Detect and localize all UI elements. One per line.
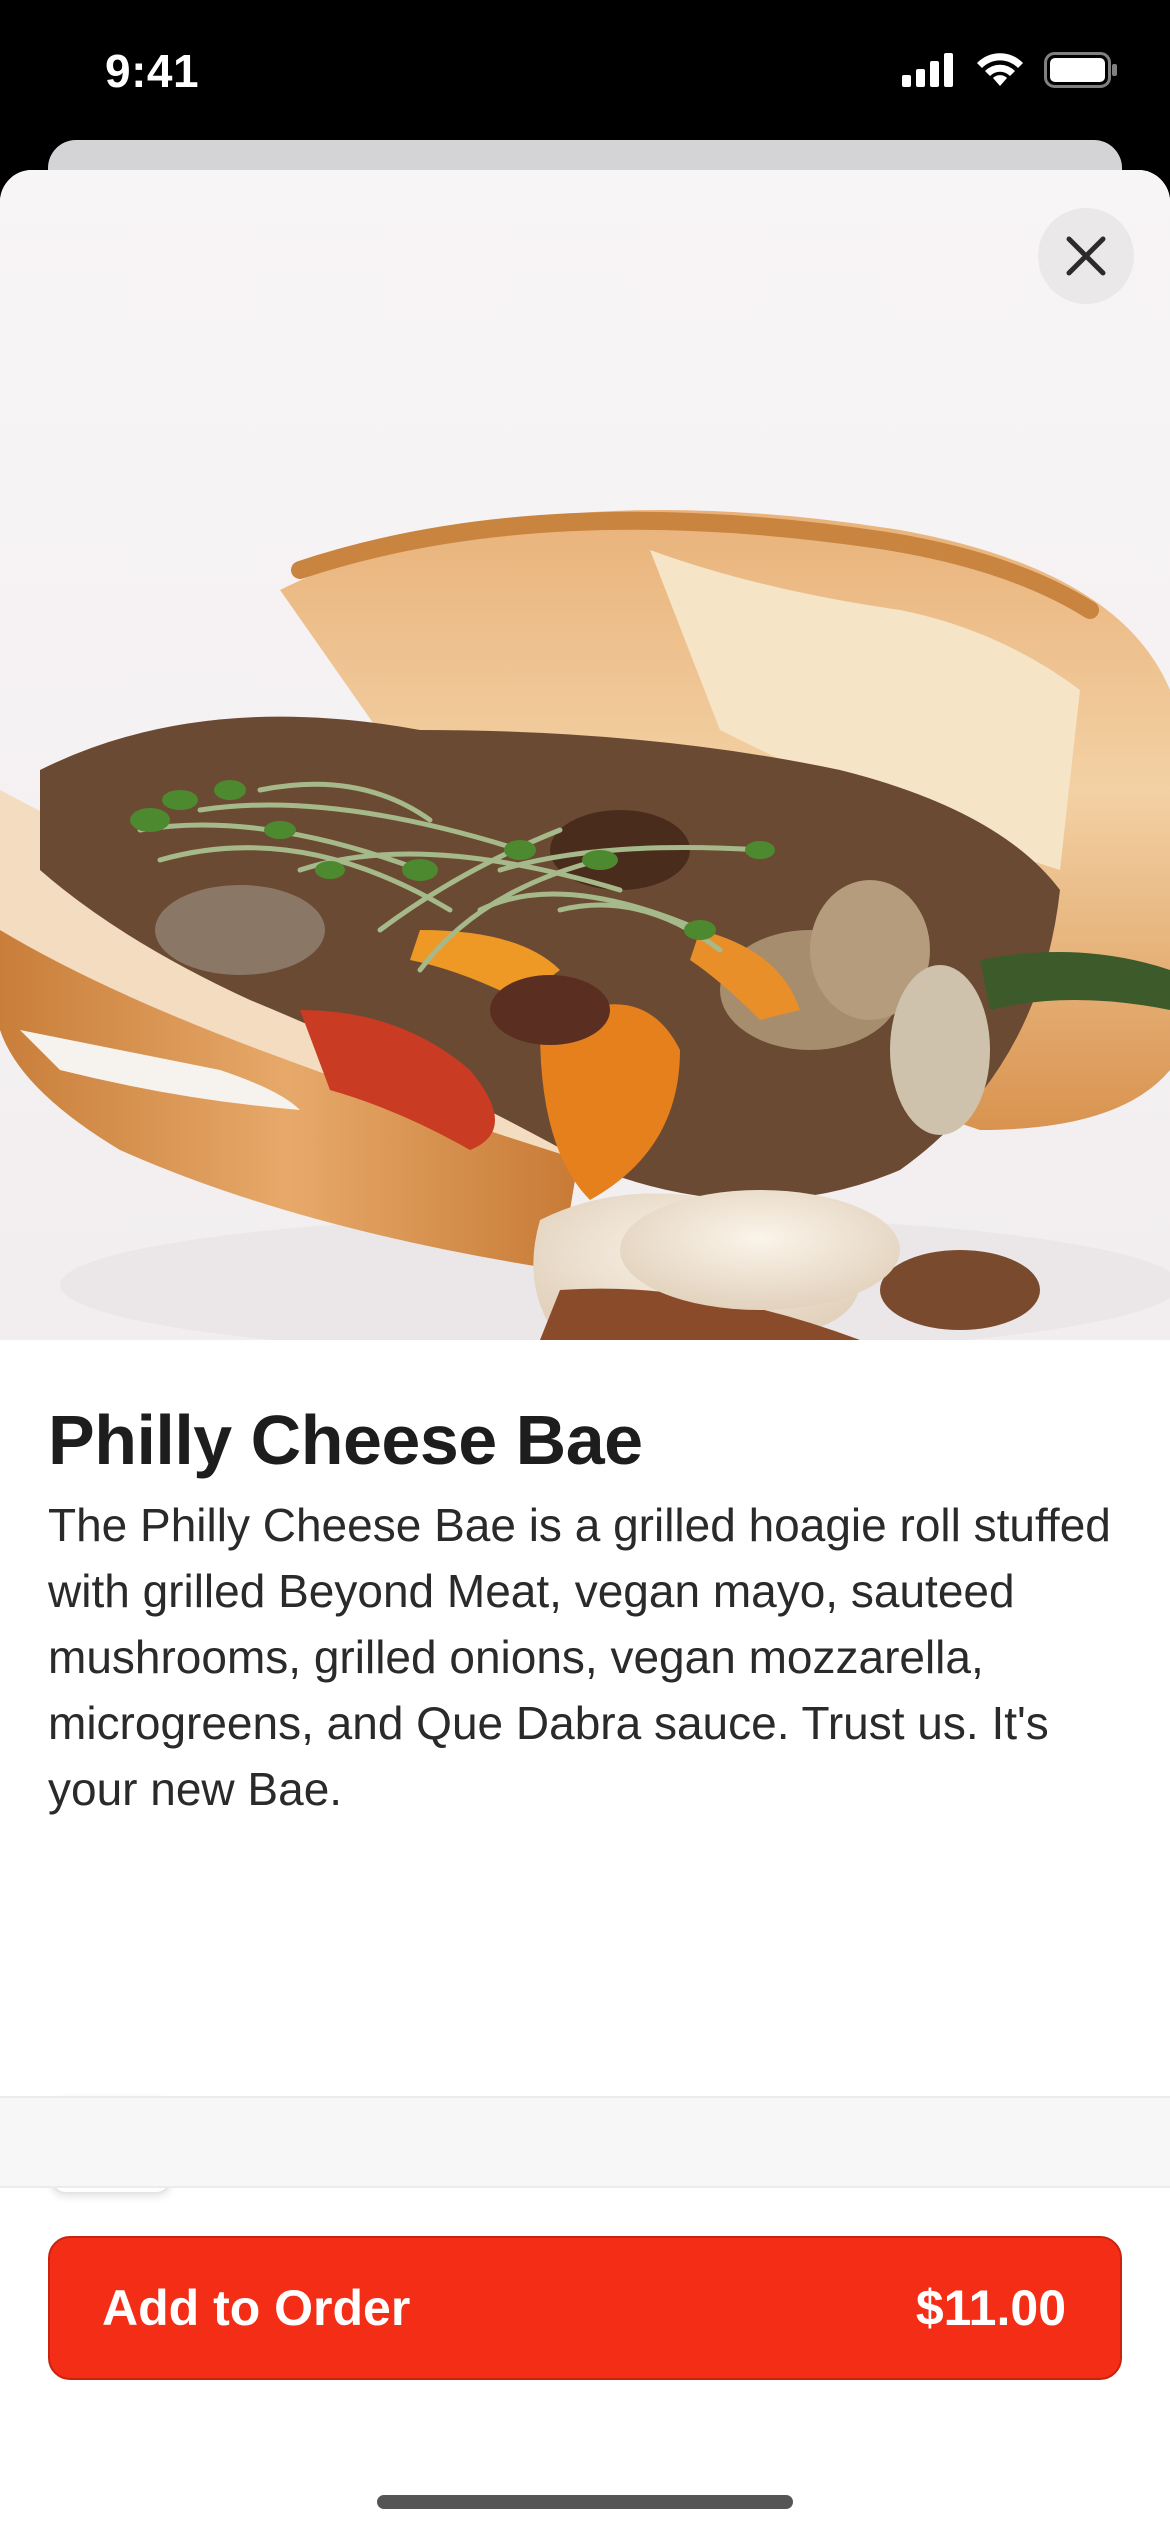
add-to-order-button[interactable]: Add to Order $11.00 <box>48 2236 1122 2380</box>
app-root: 9:41 Philly Cheese Bae The Philly Cheese… <box>0 0 1170 2532</box>
close-icon <box>1065 235 1107 277</box>
close-button[interactable] <box>1038 208 1134 304</box>
item-price: $11.00 <box>915 2280 1066 2336</box>
status-icons <box>902 52 1118 88</box>
item-detail-sheet: Philly Cheese Bae The Philly Cheese Bae … <box>0 170 1170 2532</box>
item-title: Philly Cheese Bae <box>48 1401 643 1479</box>
add-to-order-label: Add to Order <box>102 2280 411 2336</box>
item-photo <box>0 170 1170 1340</box>
home-indicator[interactable] <box>377 2495 793 2509</box>
status-bar: 9:41 <box>0 0 1170 150</box>
section-spacer <box>0 2098 1170 2186</box>
battery-icon <box>1044 52 1118 88</box>
wifi-icon <box>976 52 1024 88</box>
status-time: 9:41 <box>105 45 200 97</box>
item-description: The Philly Cheese Bae is a grilled hoagi… <box>48 1499 1111 1815</box>
signal-icon <box>902 53 956 87</box>
footer-divider <box>0 2186 1170 2188</box>
